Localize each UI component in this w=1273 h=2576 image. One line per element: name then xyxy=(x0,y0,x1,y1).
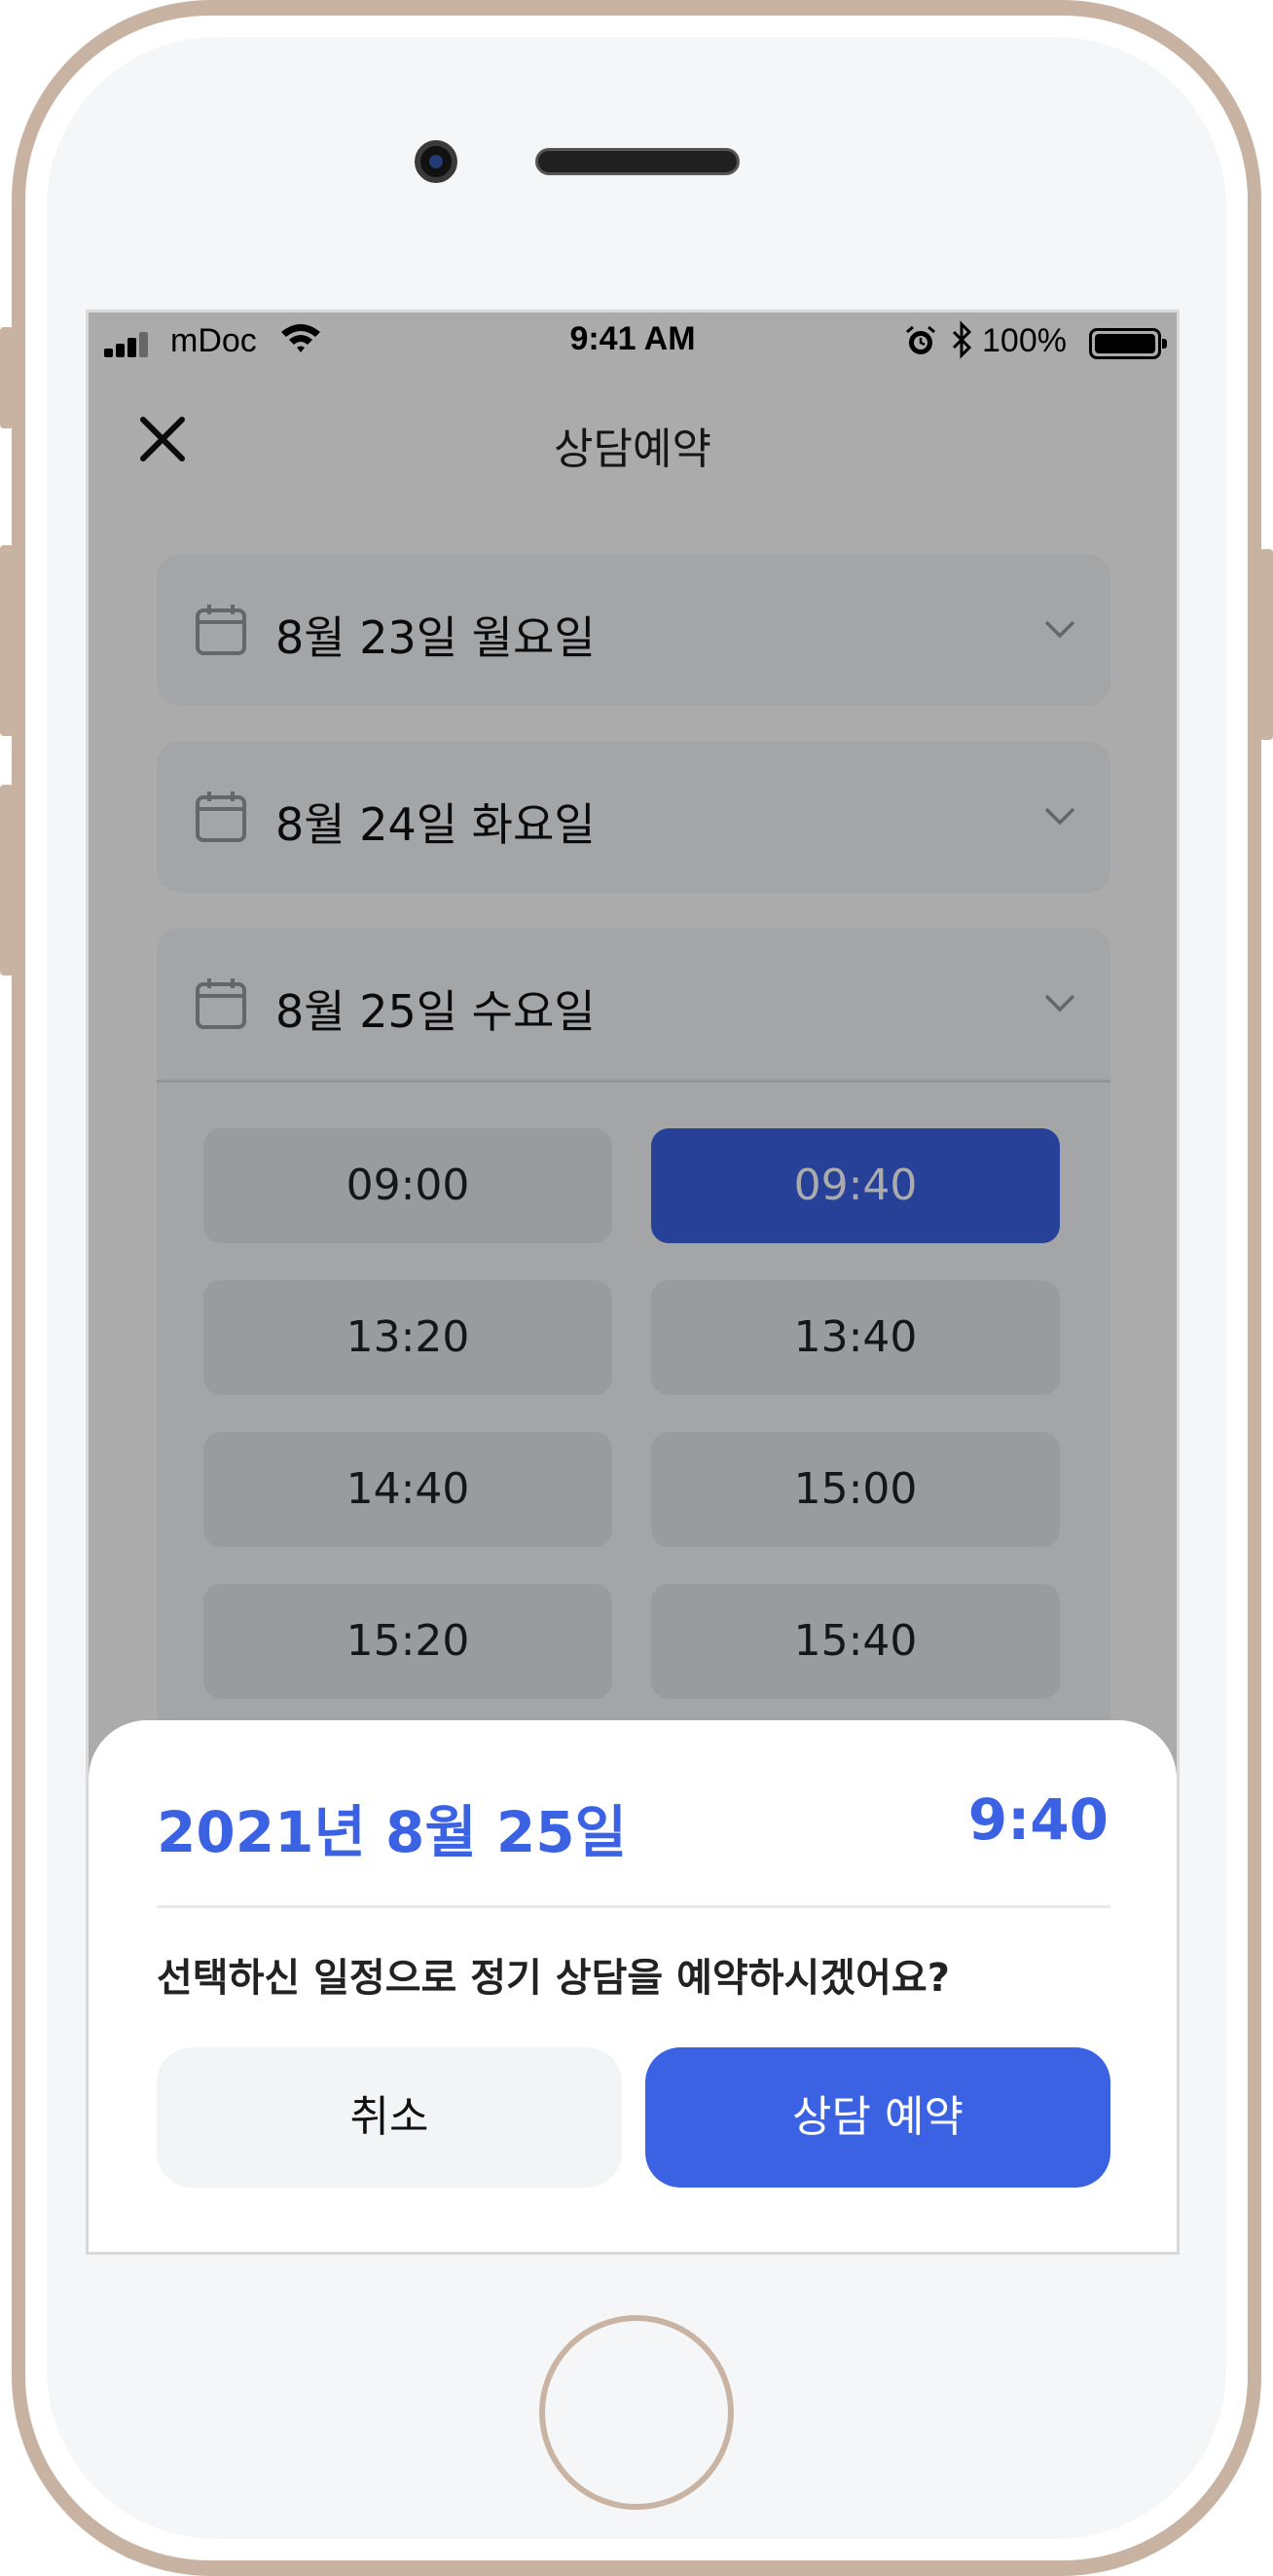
confirm-question: 선택하신 일정으로 정기 상담을 예약하시겠어요? xyxy=(157,1956,950,2001)
cancel-button[interactable]: 취소 xyxy=(157,2047,622,2188)
sheet-divider xyxy=(157,1905,1110,1908)
app-screen: mDoc 9:41 AM 100% 상담예약 8월 23일 월요일 8월 24일… xyxy=(86,310,1180,2255)
power-button xyxy=(1259,549,1273,740)
volume-up-button xyxy=(0,545,14,736)
selected-date: 2021년 8월 25일 xyxy=(157,1799,627,1865)
front-camera xyxy=(415,140,457,183)
earpiece-speaker xyxy=(535,148,740,175)
book-consultation-button[interactable]: 상담 예약 xyxy=(645,2047,1110,2188)
mute-switch xyxy=(0,327,14,428)
home-button[interactable] xyxy=(539,2315,734,2510)
selected-time: 9:40 xyxy=(967,1786,1109,1853)
volume-down-button xyxy=(0,785,14,975)
confirm-bottom-sheet: 2021년 8월 25일 9:40 선택하신 일정으로 정기 상담을 예약하시겠… xyxy=(89,1720,1177,2252)
